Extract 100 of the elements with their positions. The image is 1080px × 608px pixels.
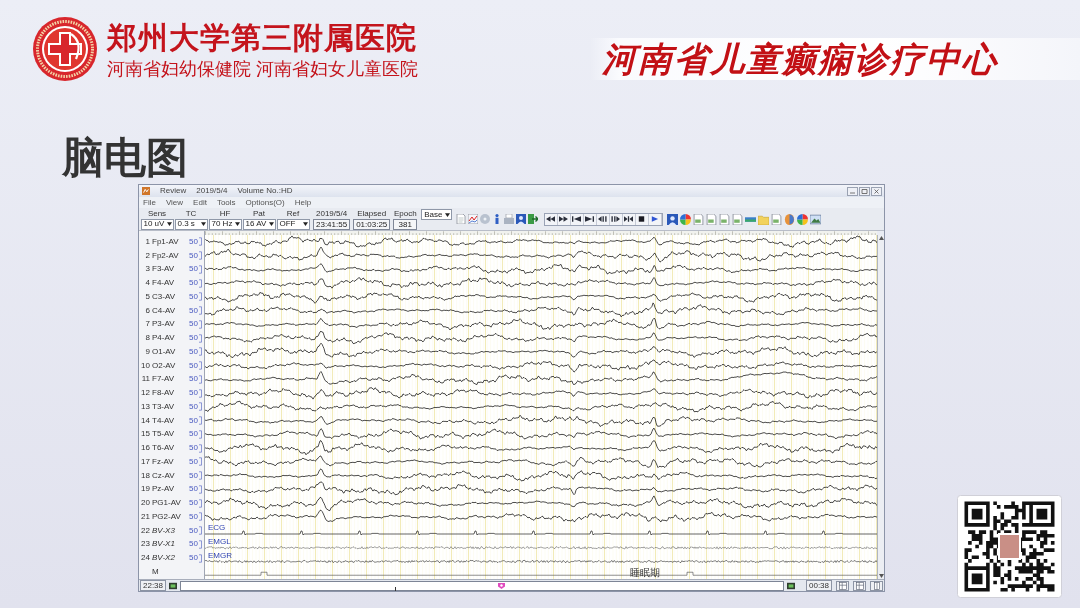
readout-label: Epoch <box>393 208 417 219</box>
channel-name: PG2-AV <box>152 511 181 522</box>
step-forward-button[interactable] <box>609 213 623 225</box>
menu-item[interactable]: Options(O) <box>245 197 285 208</box>
channel-number: 19 <box>140 484 150 495</box>
channel-name: Fz-AV <box>152 456 174 467</box>
rewind-icon <box>546 216 555 222</box>
readout-value: 01:03:25 <box>353 218 391 230</box>
color-map-icon[interactable] <box>679 213 691 225</box>
channel-number: 18 <box>140 470 150 481</box>
setting-dropdown[interactable]: OFF <box>276 218 310 230</box>
readout-label: 2019/5/4 <box>316 208 348 219</box>
channel-name: F8-AV <box>152 388 175 399</box>
app-icon <box>142 187 150 195</box>
portrait-icon[interactable] <box>666 213 678 225</box>
arrow-up-icon <box>878 236 884 240</box>
setting-dropdown[interactable]: 0.3 s <box>174 218 208 230</box>
trace-label: ECG <box>208 523 226 533</box>
channel-name: C4-AV <box>152 305 175 316</box>
chart-icon[interactable] <box>467 214 478 224</box>
photo-placeholder <box>1000 535 1019 558</box>
caret-icon <box>200 222 206 226</box>
sheet-icon[interactable] <box>705 213 717 225</box>
channel-number: 11 <box>140 374 150 385</box>
color-map-icon[interactable] <box>796 213 808 225</box>
scale-value: 50 <box>189 511 198 522</box>
channel-name: PG1-AV <box>152 498 181 509</box>
grid-view-button[interactable] <box>836 580 849 591</box>
timeline-thumb[interactable] <box>498 582 506 589</box>
channel-number: 10 <box>140 360 150 371</box>
scale-value: 50 <box>189 360 198 371</box>
setting-dropdown[interactable]: 16 AV <box>242 218 276 230</box>
scale-value: 50 <box>189 429 198 440</box>
grid-icon <box>838 581 847 590</box>
panel-button[interactable] <box>870 580 883 591</box>
channel-number: 3 <box>144 264 150 275</box>
fast-forward-icon <box>559 216 568 222</box>
channel-number: 2 <box>144 250 150 261</box>
caret-icon <box>268 222 274 226</box>
trace-label: EMGR <box>208 551 232 560</box>
setting-dropdown[interactable]: 10 uV <box>140 218 174 230</box>
setting-label: HF <box>219 208 231 219</box>
step-back-button[interactable] <box>596 213 610 225</box>
close-icon <box>873 188 880 194</box>
channel-name: C3-AV <box>152 291 175 302</box>
sheet-icon[interactable] <box>692 213 704 225</box>
scale-value: 50 <box>189 374 198 385</box>
setting-label: Ref <box>286 208 300 219</box>
first-page-button[interactable] <box>570 213 584 225</box>
menu-item[interactable]: Edit <box>193 197 207 208</box>
channel-name: BV-X2 <box>152 553 175 564</box>
monitor-icon[interactable] <box>786 581 796 590</box>
minimize-button[interactable] <box>847 186 858 196</box>
picture-icon[interactable] <box>809 213 821 225</box>
event-tick-icon <box>395 586 397 591</box>
scale-value: 50 <box>189 553 198 564</box>
channel-name: O2-AV <box>152 360 176 371</box>
menu-item[interactable]: File <box>143 197 156 208</box>
channel-name: T5-AV <box>152 429 175 440</box>
channel-name: O1-AV <box>152 346 176 357</box>
last-page-button[interactable] <box>583 213 597 225</box>
scale-value: 50 <box>189 250 198 261</box>
squeeze-button[interactable] <box>622 213 636 225</box>
sheet-icon[interactable] <box>731 213 743 225</box>
channel-number: 7 <box>144 319 150 330</box>
menu-item[interactable]: Tools <box>216 197 236 208</box>
play-icon <box>650 216 659 222</box>
channel-name: Fp2-AV <box>152 250 179 261</box>
exit-icon[interactable] <box>527 214 538 224</box>
channel-number: 17 <box>140 456 150 467</box>
setting-dropdown[interactable]: 70 Hz <box>208 218 242 230</box>
monitor-icon[interactable] <box>168 581 178 590</box>
menu-item[interactable]: Help <box>294 197 312 208</box>
mode-dropdown[interactable]: Base <box>421 209 452 220</box>
channel-name: Cz-AV <box>152 470 175 481</box>
channel-number: 1 <box>144 236 150 247</box>
channel-name: F7-AV <box>152 374 175 385</box>
maximize-button[interactable] <box>859 186 870 196</box>
setting-label: Pat <box>253 208 265 219</box>
sheet-icon[interactable] <box>770 213 782 225</box>
hospital-subtitle: 河南省妇幼保健院 河南省妇女儿童医院 <box>107 58 418 81</box>
channel-number: 24 <box>140 553 150 564</box>
fast-forward-button[interactable] <box>557 213 571 225</box>
menu-item[interactable]: View <box>165 197 184 208</box>
split-view-button[interactable] <box>853 580 866 591</box>
portrait-icon[interactable] <box>515 214 526 224</box>
sheet-icon[interactable] <box>718 213 730 225</box>
close-button[interactable] <box>871 186 882 196</box>
step-back-icon <box>598 216 607 222</box>
head-icon[interactable] <box>783 213 795 225</box>
end-time: 00:38 <box>806 580 832 591</box>
channel-name: Pz-AV <box>152 484 175 495</box>
channel-name: P3-AV <box>152 319 175 330</box>
channel-number: 16 <box>140 443 150 454</box>
channel-name: BV-X1 <box>152 539 175 550</box>
vertical-scrollbar[interactable] <box>877 235 884 579</box>
channel-number: 5 <box>144 291 150 302</box>
channel-number: 9 <box>144 346 150 357</box>
step-forward-icon <box>611 216 620 222</box>
channel-number: 22 <box>140 525 150 536</box>
